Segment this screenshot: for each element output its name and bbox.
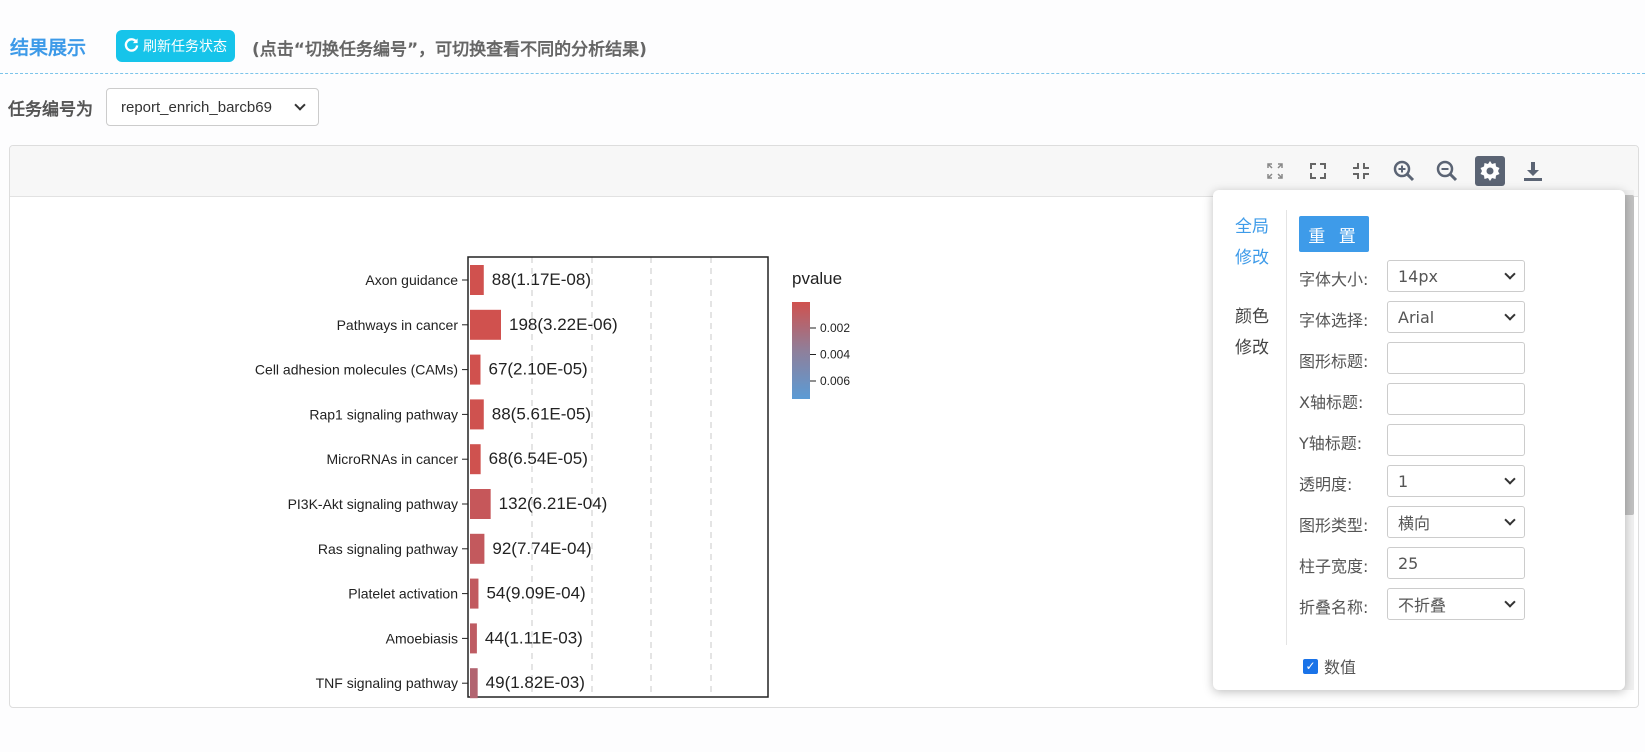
setting-row-chart-title: 图形标题:	[1299, 342, 1529, 375]
numbers-label: 数值	[1324, 658, 1357, 677]
refresh-label: 刷新任务状态	[143, 39, 227, 55]
chevron-down-icon	[1504, 473, 1516, 485]
setting-row-opacity: 透明度: 1	[1299, 465, 1529, 498]
setting-row-fold-names: 折叠名称: 不折叠	[1299, 588, 1529, 621]
bar-chart: Axon guidance 88(1.17E-08) Pathways in can…	[255, 256, 850, 699]
setting-row-bar-width: 柱子宽度: 25	[1299, 547, 1529, 580]
data-label: 88(5.61E-05)	[492, 404, 591, 423]
setting-label-chart-title: 图形标题:	[1299, 352, 1369, 371]
setting-row-chart-type: 图形类型: 横向	[1299, 506, 1529, 539]
task-select[interactable]: report_enrich_barcb69	[106, 88, 319, 126]
setting-label-opacity: 透明度:	[1299, 475, 1353, 494]
bar	[470, 444, 481, 475]
y-tick-label: Ras signaling pathway	[318, 541, 458, 557]
chevron-down-icon	[294, 99, 306, 111]
legend-title: pvalue	[792, 269, 842, 288]
opacity-value: 1	[1398, 471, 1409, 491]
bar	[470, 668, 478, 699]
setting-label-bar-width: 柱子宽度:	[1299, 557, 1369, 576]
opacity-select[interactable]: 1	[1387, 465, 1525, 497]
numbers-checkbox-row[interactable]: ✓ 数值	[1303, 654, 1356, 678]
settings-divider	[1286, 210, 1287, 645]
download-icon[interactable]	[1518, 156, 1548, 186]
font-size-value: 14px	[1398, 266, 1438, 286]
setting-label-x-axis-title: X轴标题:	[1299, 393, 1364, 412]
header: 结果展示 刷新任务状态 (点击“切换任务编号”，可切换查看不同的分析结果)	[0, 0, 1645, 74]
chart-title-input[interactable]	[1387, 342, 1525, 374]
setting-row-x-axis-title: X轴标题:	[1299, 383, 1529, 416]
bar	[470, 399, 484, 430]
data-label: 54(9.09E-04)	[486, 584, 585, 603]
chart-type-value: 横向	[1398, 514, 1431, 533]
zoom-in-icon[interactable]	[1389, 156, 1419, 186]
y-tick-label: Cell adhesion molecules (CAMs)	[255, 362, 458, 378]
shrink-icon[interactable]	[1346, 156, 1376, 186]
font-family-value: Arial	[1398, 307, 1435, 327]
font-family-select[interactable]: Arial	[1387, 301, 1525, 333]
y-tick-label: PI3K-Akt signaling pathway	[288, 496, 458, 512]
data-label: 49(1.82E-03)	[486, 673, 585, 692]
bar	[470, 489, 491, 519]
chevron-down-icon	[1504, 309, 1516, 321]
chevron-down-icon	[1504, 596, 1516, 608]
x-axis-title-input[interactable]	[1387, 383, 1525, 415]
fold-names-value: 不折叠	[1398, 596, 1447, 615]
y-axis-title-input[interactable]	[1387, 424, 1525, 456]
setting-label-font-family: 字体选择:	[1299, 311, 1369, 330]
data-label: 67(2.10E-05)	[488, 360, 587, 379]
fold-names-select[interactable]: 不折叠	[1387, 588, 1525, 620]
bar	[470, 578, 479, 609]
chevron-down-icon	[1504, 514, 1516, 526]
setting-label-y-axis-title: Y轴标题:	[1299, 434, 1363, 453]
bar	[470, 354, 481, 385]
y-tick-label: MicroRNAs in cancer	[327, 451, 459, 467]
setting-row-y-axis-title: Y轴标题:	[1299, 424, 1529, 457]
legend-tick-label: 0.004	[820, 348, 850, 362]
refresh-icon	[124, 37, 139, 56]
y-tick-label: Rap1 signaling pathway	[309, 406, 458, 422]
chart-type-select[interactable]: 横向	[1387, 506, 1525, 538]
task-select-value: report_enrich_barcb69	[121, 98, 272, 116]
refresh-task-button[interactable]: 刷新任务状态	[116, 30, 235, 62]
legend-tick-label: 0.006	[820, 374, 850, 388]
y-tick-label: Axon guidance	[365, 272, 458, 288]
legend-tick-label: 0.002	[820, 321, 850, 335]
data-label: 44(1.11E-03)	[485, 628, 583, 647]
y-tick-label: Pathways in cancer	[337, 317, 459, 333]
expand-icon[interactable]	[1260, 156, 1290, 186]
setting-label-font-size: 字体大小:	[1299, 270, 1369, 289]
tab-global[interactable]: 全局修改	[1235, 212, 1275, 274]
bar-width-input[interactable]: 25	[1387, 547, 1525, 579]
setting-label-fold-names: 折叠名称:	[1299, 598, 1369, 617]
data-label: 68(6.54E-05)	[489, 449, 588, 468]
chevron-down-icon	[1504, 268, 1516, 280]
y-tick-label: Amoebiasis	[386, 630, 458, 646]
reset-button[interactable]: 重 置	[1299, 216, 1369, 252]
bar	[470, 533, 485, 564]
bar	[470, 623, 477, 654]
legend-colorbar	[792, 302, 810, 399]
setting-row-font-size: 字体大小: 14px	[1299, 260, 1529, 293]
setting-row-font-family: 字体选择: Arial	[1299, 301, 1529, 334]
data-label: 88(1.17E-08)	[492, 270, 591, 289]
settings-panel: 全局修改 颜色修改 重 置 ✓ 数值 字体大小: 14px 字体选择: Arial 图形…	[1213, 190, 1625, 690]
bar	[470, 309, 501, 340]
data-label: 92(7.74E-04)	[492, 539, 591, 558]
font-size-select[interactable]: 14px	[1387, 260, 1525, 292]
bar	[470, 265, 484, 295]
tab-color[interactable]: 颜色修改	[1235, 302, 1275, 364]
hint-text: (点击“切换任务编号”，可切换查看不同的分析结果)	[252, 40, 647, 60]
y-tick-label: Platelet activation	[348, 586, 458, 602]
data-label: 132(6.21E-04)	[499, 494, 608, 513]
task-label: 任务编号为	[8, 100, 93, 120]
fullscreen-icon[interactable]	[1303, 156, 1333, 186]
page-title: 结果展示	[10, 37, 87, 59]
bar-width-value: 25	[1398, 553, 1419, 573]
settings-icon[interactable]	[1475, 156, 1505, 186]
numbers-checkbox[interactable]: ✓	[1303, 658, 1318, 674]
y-tick-label: TNF signaling pathway	[316, 675, 458, 691]
zoom-out-icon[interactable]	[1432, 156, 1462, 186]
data-label: 198(3.22E-06)	[509, 315, 618, 334]
setting-label-chart-type: 图形类型:	[1299, 516, 1369, 535]
